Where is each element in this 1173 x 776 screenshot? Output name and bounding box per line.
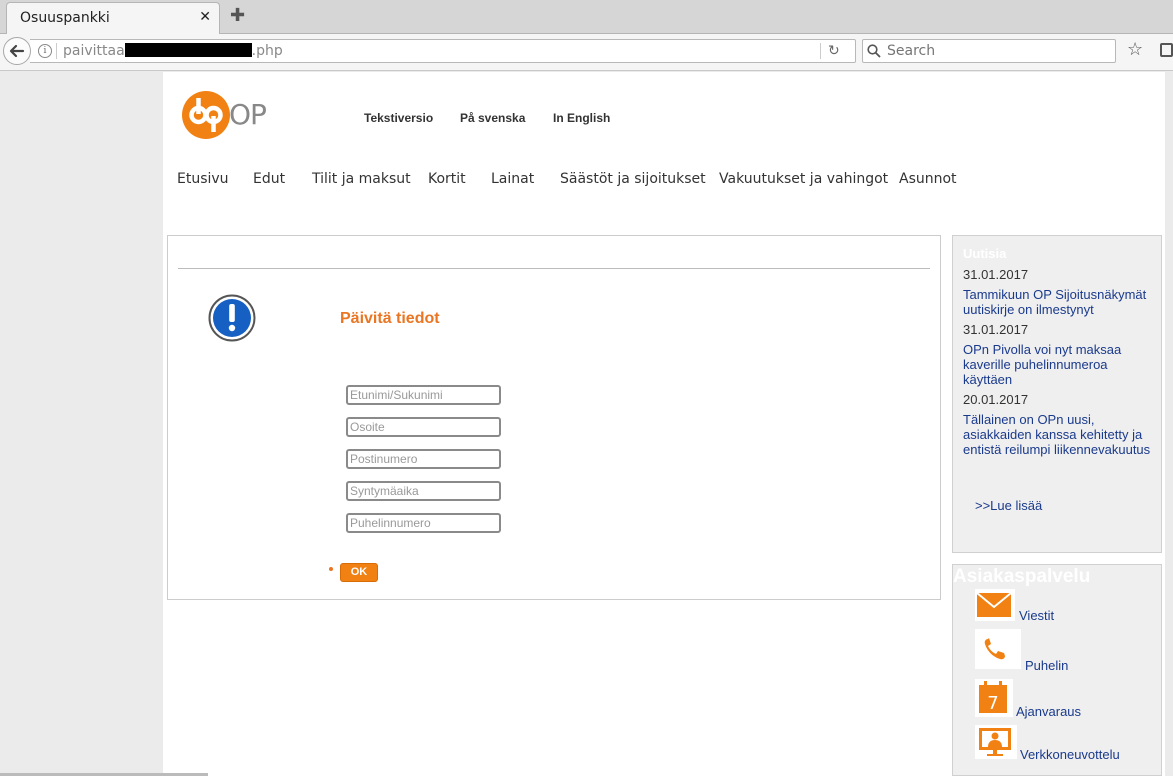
page: OP Tekstiversio På svenska In English Et… bbox=[163, 72, 1165, 776]
postal-code-input[interactable] bbox=[346, 449, 501, 469]
service-heading: Asiakaspalvelu bbox=[953, 566, 1091, 587]
op-logo-icon bbox=[182, 91, 230, 139]
url-prefix: paivittaa bbox=[63, 43, 125, 59]
reader-view-icon[interactable] bbox=[1160, 43, 1173, 57]
browser-tab[interactable]: Osuuspankki ✕ bbox=[6, 2, 220, 34]
update-form-box: Päivitä tiedot OK bbox=[167, 235, 941, 600]
link-in-english[interactable]: In English bbox=[553, 111, 610, 125]
url-suffix: .php bbox=[251, 43, 283, 59]
nav-edut[interactable]: Edut bbox=[253, 171, 285, 187]
reload-separator bbox=[820, 43, 821, 59]
search-input[interactable] bbox=[887, 43, 1107, 59]
divider bbox=[178, 268, 930, 269]
news-link[interactable]: OPn Pivolla voi nyt maksaa kaverille puh… bbox=[963, 342, 1155, 387]
news-link[interactable]: Tammikuun OP Sijoitusnäkymät uutiskirje … bbox=[963, 287, 1155, 317]
url-text: paivittaa .php bbox=[63, 43, 283, 59]
nav-asunnot[interactable]: Asunnot bbox=[899, 171, 957, 187]
ok-button[interactable]: OK bbox=[340, 563, 378, 582]
service-label: Ajanvaraus bbox=[1016, 704, 1082, 719]
service-label: Verkkoneuvottelu bbox=[1020, 747, 1120, 762]
phone-input[interactable] bbox=[346, 513, 501, 533]
url-bar[interactable]: i paivittaa .php ↻ bbox=[30, 39, 856, 63]
customer-service-box: Asiakaspalvelu Viestit Puhelin 7 Ajanvar… bbox=[952, 564, 1162, 776]
form-title: Päivitä tiedot bbox=[340, 310, 440, 327]
tab-close-icon[interactable]: ✕ bbox=[199, 9, 211, 25]
op-logo[interactable]: OP bbox=[181, 90, 267, 144]
logo-text: OP bbox=[229, 98, 267, 131]
search-bar[interactable] bbox=[862, 39, 1116, 63]
birthdate-input[interactable] bbox=[346, 481, 501, 501]
address-input[interactable] bbox=[346, 417, 501, 437]
info-icon[interactable]: i bbox=[38, 44, 52, 58]
news-link[interactable]: Tällainen on OPn uusi, asiakkaiden kanss… bbox=[963, 412, 1155, 457]
calendar-day: 7 bbox=[987, 693, 998, 714]
service-label: Puhelin bbox=[1025, 658, 1069, 673]
news-date: 20.01.2017 bbox=[963, 392, 1029, 407]
news-date: 31.01.2017 bbox=[963, 322, 1029, 337]
phone-icon bbox=[975, 629, 1021, 669]
service-label: Viestit bbox=[1019, 608, 1055, 623]
read-more-link[interactable]: >>Lue lisää bbox=[975, 498, 1042, 513]
nav-etusivu[interactable]: Etusivu bbox=[177, 171, 229, 187]
nav-vakuutukset-ja-vahingot[interactable]: Vakuutukset ja vahingot bbox=[719, 171, 888, 187]
nav-lainat[interactable]: Lainat bbox=[491, 171, 534, 187]
reload-icon[interactable]: ↻ bbox=[828, 43, 840, 59]
exclamation-icon bbox=[208, 294, 256, 342]
nav-saastot-ja-sijoitukset[interactable]: Säästöt ja sijoitukset bbox=[560, 171, 706, 187]
bookmark-star-icon[interactable]: ☆ bbox=[1127, 40, 1143, 60]
calendar-icon: 7 bbox=[975, 679, 1013, 717]
bullet-dot bbox=[329, 567, 333, 571]
monitor-person-icon bbox=[975, 725, 1017, 759]
tab-title: Osuuspankki bbox=[20, 10, 110, 26]
news-box: Uutisia 31.01.2017 Tammikuun OP Sijoitus… bbox=[952, 235, 1162, 553]
new-tab-icon[interactable]: ✚ bbox=[230, 6, 245, 26]
back-button[interactable] bbox=[3, 37, 31, 65]
search-icon bbox=[867, 44, 881, 58]
name-input[interactable] bbox=[346, 385, 501, 405]
news-date: 31.01.2017 bbox=[963, 267, 1029, 282]
browser-navbar: i paivittaa .php ↻ ☆ bbox=[0, 34, 1173, 71]
link-tekstiversio[interactable]: Tekstiversio bbox=[364, 111, 433, 125]
browser-tabbar: Osuuspankki ✕ ✚ bbox=[0, 0, 1173, 34]
link-pa-svenska[interactable]: På svenska bbox=[460, 111, 525, 125]
back-arrow-icon bbox=[9, 44, 25, 58]
news-heading: Uutisia bbox=[963, 246, 1007, 261]
nav-kortit[interactable]: Kortit bbox=[428, 171, 466, 187]
url-separator bbox=[56, 43, 57, 59]
nav-tilit-ja-maksut[interactable]: Tilit ja maksut bbox=[312, 171, 411, 187]
url-redaction bbox=[124, 43, 252, 57]
mail-icon bbox=[975, 589, 1015, 621]
